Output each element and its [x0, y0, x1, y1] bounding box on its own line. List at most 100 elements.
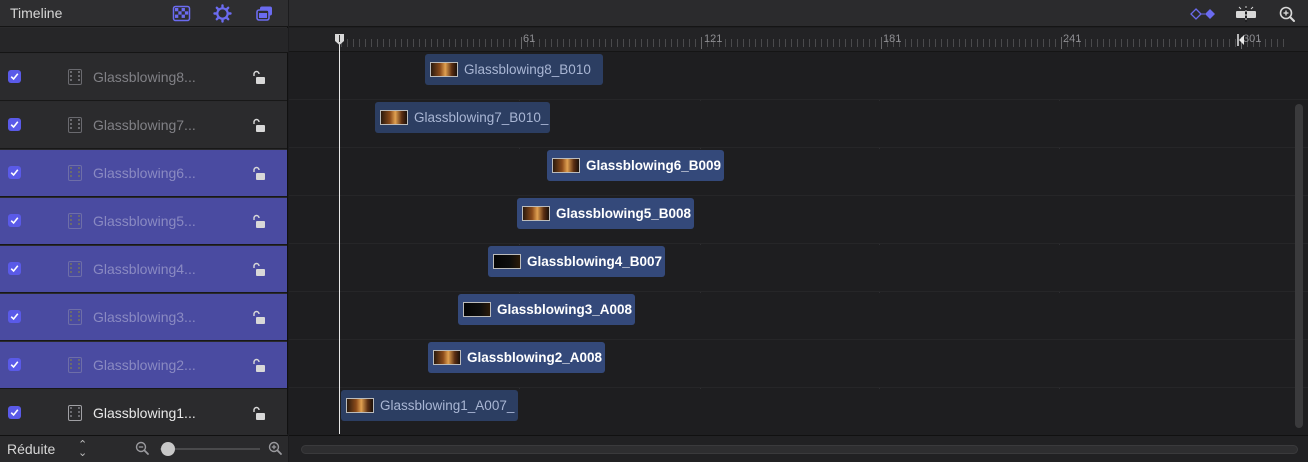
clip-bar[interactable]: Glassblowing1_A007_ — [341, 390, 518, 421]
timeline-toolbar — [289, 0, 1308, 27]
ruler-tick — [1169, 39, 1170, 47]
ruler-tick — [1223, 39, 1224, 47]
unlock-icon[interactable] — [251, 118, 267, 134]
ruler-tick — [731, 39, 732, 47]
layer-row[interactable]: Glassblowing5... — [0, 198, 287, 245]
zoom-icon[interactable] — [1275, 5, 1303, 23]
ruler-tick — [569, 39, 570, 47]
timeline-track — [289, 149, 1308, 196]
out-point-marker-icon[interactable] — [1237, 33, 1245, 47]
ruler-tick — [1091, 39, 1092, 47]
timeline-ruler[interactable]: 61 121 181 241 301 — [289, 28, 1308, 52]
layer-row[interactable]: Glassblowing6... — [0, 150, 287, 197]
zoom-slider-track[interactable] — [160, 448, 260, 450]
layer-visibility-checkbox[interactable] — [8, 358, 21, 371]
ruler-tick — [983, 39, 984, 47]
keyframe-diamonds-icon[interactable] — [1189, 5, 1217, 23]
ruler-tick — [911, 39, 912, 47]
ruler-tick — [1229, 39, 1230, 47]
zoom-slider-knob[interactable] — [161, 442, 175, 456]
ruler-tick — [1157, 39, 1158, 47]
vertical-scrollbar[interactable] — [1295, 104, 1303, 428]
layer-name: Glassblowing6... — [93, 165, 196, 181]
layer-visibility-checkbox[interactable] — [8, 166, 21, 179]
ruler-tick — [779, 39, 780, 47]
ruler-tick — [551, 39, 552, 47]
ruler-tick — [857, 39, 858, 47]
ruler-major-tick — [881, 37, 882, 49]
clip-thumbnail — [463, 302, 491, 317]
gear-icon[interactable] — [213, 4, 232, 23]
clip-bar[interactable]: Glassblowing3_A008 — [458, 294, 635, 325]
ruler-tick — [815, 39, 816, 47]
unlock-icon[interactable] — [251, 262, 267, 278]
ruler-tick — [767, 39, 768, 47]
chevron-up-down-icon[interactable]: ⌃ ⌄ — [78, 440, 87, 459]
ruler-tick — [1103, 39, 1104, 47]
clip-bar[interactable]: Glassblowing5_B008 — [517, 198, 694, 229]
ruler-tick — [665, 39, 666, 47]
layer-visibility-checkbox[interactable] — [8, 70, 21, 83]
layer-row[interactable]: Glassblowing4... — [0, 246, 287, 293]
zoom-out-icon[interactable] — [135, 441, 150, 456]
layer-row[interactable]: Glassblowing1... — [0, 390, 287, 437]
clip-thumbnail — [346, 398, 374, 413]
layer-visibility-checkbox[interactable] — [8, 262, 21, 275]
playhead[interactable] — [339, 34, 340, 434]
ruler-tick — [1217, 39, 1218, 47]
unlock-icon[interactable] — [251, 214, 267, 230]
film-strip-icon — [68, 69, 82, 85]
clip-bar[interactable]: Glassblowing7_B010_ — [375, 102, 550, 133]
ruler-label: 181 — [883, 33, 902, 45]
clip-bar[interactable]: Glassblowing6_B009 — [547, 150, 724, 181]
ruler-tick — [347, 39, 348, 47]
unlock-icon[interactable] — [251, 70, 267, 86]
layer-name: Glassblowing7... — [93, 117, 196, 133]
snapping-icon[interactable] — [1232, 5, 1260, 23]
layer-row[interactable]: Glassblowing8... — [0, 54, 287, 101]
ruler-tick — [407, 39, 408, 47]
ruler-tick — [1013, 39, 1014, 47]
layer-visibility-checkbox[interactable] — [8, 406, 21, 419]
ruler-tick — [635, 39, 636, 47]
checkerboard-icon[interactable] — [172, 4, 191, 23]
ruler-label: 61 — [523, 33, 536, 45]
ruler-label: 301 — [1243, 33, 1262, 45]
horizontal-scrollbar[interactable] — [301, 445, 1298, 454]
layer-visibility-checkbox[interactable] — [8, 118, 21, 131]
clip-bar[interactable]: Glassblowing4_B007 — [488, 246, 665, 277]
ruler-tick — [737, 39, 738, 47]
ruler-tick — [671, 39, 672, 47]
clip-thumbnail — [522, 206, 550, 221]
clip-label: Glassblowing6_B009 — [586, 158, 722, 173]
unlock-icon[interactable] — [251, 310, 267, 326]
unlock-icon[interactable] — [251, 358, 267, 374]
unlock-icon[interactable] — [251, 406, 267, 422]
ruler-tick — [1001, 39, 1002, 47]
film-strip-icon — [68, 213, 82, 229]
ruler-tick — [617, 39, 618, 47]
layer-visibility-checkbox[interactable] — [8, 310, 21, 323]
playhead-handle-icon[interactable] — [334, 33, 345, 46]
layer-visibility-checkbox[interactable] — [8, 214, 21, 227]
layer-row[interactable]: Glassblowing3... — [0, 294, 287, 341]
layer-row[interactable]: Glassblowing2... — [0, 342, 287, 389]
layers-icon[interactable] — [255, 4, 274, 23]
ruler-tick — [977, 39, 978, 47]
unlock-icon[interactable] — [251, 166, 267, 182]
clip-bar[interactable]: Glassblowing8_B010 — [425, 54, 603, 85]
ruler-tick — [1055, 39, 1056, 47]
zoom-in-icon[interactable] — [268, 441, 283, 456]
ruler-tick — [953, 39, 954, 47]
ruler-major-tick — [521, 37, 522, 49]
ruler-tick — [419, 39, 420, 47]
layer-row[interactable]: Glassblowing7... — [0, 102, 287, 149]
ruler-tick — [1097, 39, 1098, 47]
ruler-label: 121 — [704, 33, 723, 45]
ruler-tick — [1199, 39, 1200, 47]
clip-bar[interactable]: Glassblowing2_A008 — [428, 342, 605, 373]
ruler-tick — [785, 39, 786, 47]
view-mode-select[interactable]: Réduite — [7, 441, 55, 457]
ruler-tick — [485, 39, 486, 47]
ruler-tick — [689, 39, 690, 47]
